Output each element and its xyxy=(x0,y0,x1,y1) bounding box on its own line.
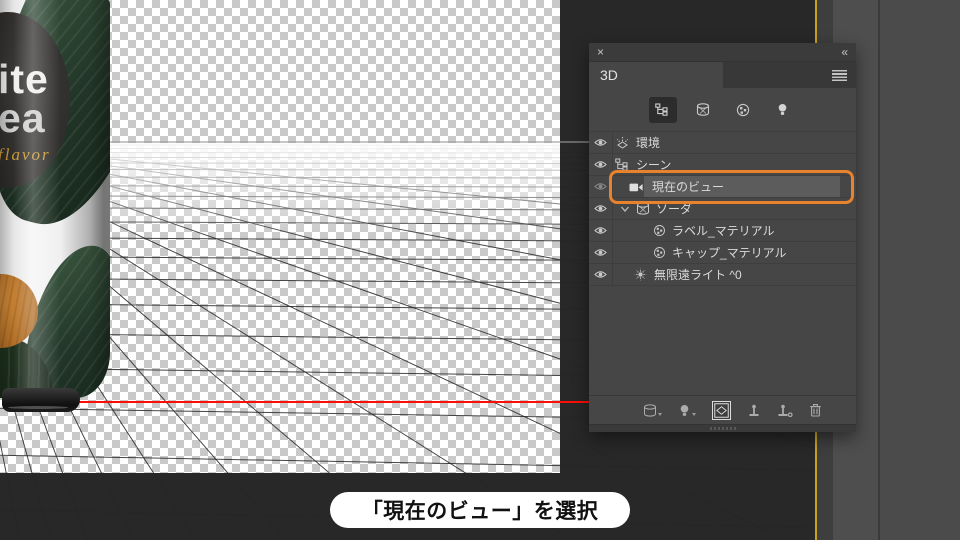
3d-scene-tree: 環境 シーン 現在のビュー ソーダ ラベル_マテリアル キャップ_マテリアル 無… xyxy=(589,131,856,286)
soda-can-base xyxy=(2,388,80,412)
ground-plane-toggle-button[interactable] xyxy=(712,400,731,420)
photoshop-workspace: ite ea flavor 「現在のビュー」を選択 × « 3D 環境 シーン … xyxy=(0,0,960,540)
visibility-eye-icon[interactable] xyxy=(589,220,613,241)
3d-panel: × « 3D 環境 シーン 現在のビュー ソーダ ラベル_マテリアル キャップ_… xyxy=(589,43,856,432)
current-view-selected-field[interactable]: 現在のビュー xyxy=(644,176,840,197)
can-label-line3: flavor xyxy=(0,144,51,164)
row-current-view[interactable]: 現在のビュー xyxy=(589,176,856,198)
filter-meshes-button[interactable] xyxy=(689,97,717,123)
filter-materials-button[interactable] xyxy=(729,97,757,123)
environment-icon xyxy=(615,136,630,149)
filter-lights-button[interactable] xyxy=(769,97,797,123)
mesh-cylinder-icon xyxy=(636,202,650,215)
add-light-menu-button[interactable] xyxy=(678,404,696,417)
ground-plane-red-line xyxy=(68,401,589,403)
visibility-eye-icon[interactable] xyxy=(589,154,613,175)
3d-panel-toolbar xyxy=(589,395,856,424)
3d-filter-bar xyxy=(589,88,856,131)
row-label: シーン xyxy=(636,158,672,172)
pin-light-alt-button[interactable] xyxy=(777,404,793,417)
row-label: ラベル_マテリアル xyxy=(672,224,775,238)
row-soda-mesh[interactable]: ソーダ xyxy=(589,198,856,220)
chevron-down-icon[interactable] xyxy=(620,205,630,213)
row-infinite-light[interactable]: 無限遠ライト ^0 xyxy=(589,264,856,286)
row-environment[interactable]: 環境 xyxy=(589,132,856,154)
material-sphere-icon xyxy=(653,224,666,237)
dropdown-caret-icon xyxy=(658,412,662,416)
dropdown-caret-icon xyxy=(692,412,696,416)
visibility-eye-icon[interactable] xyxy=(589,132,613,153)
row-label: 現在のビュー xyxy=(652,180,725,194)
collapse-panel-icon[interactable]: « xyxy=(841,46,848,58)
3d-panel-header: × « xyxy=(589,43,856,62)
visibility-eye-icon[interactable] xyxy=(589,264,613,285)
visibility-eye-icon[interactable] xyxy=(589,242,613,263)
infinite-light-icon xyxy=(633,268,648,281)
row-label-material[interactable]: ラベル_マテリアル xyxy=(589,220,856,242)
filter-whole-scene-button[interactable] xyxy=(648,96,677,123)
panel-menu-icon[interactable] xyxy=(832,69,847,81)
visibility-eye-icon[interactable] xyxy=(589,176,613,197)
tab-3d[interactable]: 3D xyxy=(589,62,723,88)
pin-light-button[interactable] xyxy=(747,404,761,417)
add-mesh-menu-button[interactable] xyxy=(643,403,662,417)
app-background xyxy=(880,0,960,540)
close-icon[interactable]: × xyxy=(597,46,604,58)
can-label-line2: ea xyxy=(0,94,46,141)
camera-icon xyxy=(629,181,644,193)
row-label: 環境 xyxy=(636,136,661,150)
panel-resize-grip[interactable] xyxy=(589,424,856,432)
can-label-line1: ite xyxy=(0,56,49,102)
scene-icon xyxy=(615,158,630,171)
material-sphere-icon xyxy=(653,246,666,259)
soda-can-object[interactable]: ite ea flavor xyxy=(0,0,110,398)
row-label: ソーダ xyxy=(656,202,693,216)
instruction-caption: 「現在のビュー」を選択 xyxy=(330,492,630,528)
row-label: キャップ_マテリアル xyxy=(672,246,787,260)
3d-panel-tab-bar: 3D xyxy=(589,62,856,88)
delete-button[interactable] xyxy=(809,403,822,417)
row-scene[interactable]: シーン xyxy=(589,154,856,176)
row-cap-material[interactable]: キャップ_マテリアル xyxy=(589,242,856,264)
row-label: 無限遠ライト ^0 xyxy=(654,268,742,282)
instruction-caption-text: 「現在のビュー」を選択 xyxy=(361,500,599,523)
visibility-eye-icon[interactable] xyxy=(589,198,613,219)
